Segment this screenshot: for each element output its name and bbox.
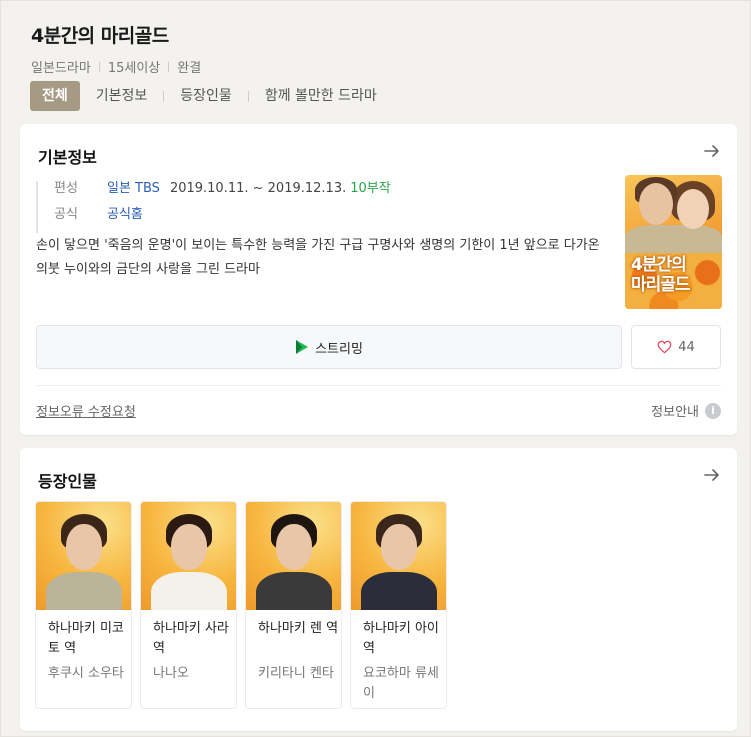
streaming-label: 스트리밍 [315,341,363,357]
poster-image[interactable]: 4분간의 마리골드 [625,175,722,309]
like-button[interactable]: 44 [631,325,721,369]
poster-logo: 4분간의 마리골드 [631,255,691,295]
cast-card: 등장인물 하나마키 미코토 역 후쿠시 소우타 하나마키 사라 역 나나오 하나… [20,448,737,731]
cast-role: 하나마키 아이 역 [363,621,439,656]
cast-photo [141,502,236,610]
tab-bar: 전체 기본정보 등장인물 함께 볼만한 드라마 [30,81,377,111]
info-guide[interactable]: 정보안내 i [651,401,721,420]
cast-photo [351,502,446,610]
basic-info-title: 기본정보 [38,148,97,167]
play-logo-icon [296,340,309,354]
heart-icon [657,340,672,354]
header: 4분간의 마리골드 일본드라마 15세이상 완결 [31,21,731,76]
meta-divider [168,61,170,72]
info-guide-label: 정보안내 [651,405,699,420]
synopsis: 손이 닿으면 '죽음의 운명'이 보이는 특수한 능력을 가진 구급 구명사와 … [36,238,600,277]
info-row-broadcast: 편성 일본 TBS 2019.10.11. ~ 2019.12.13. 10부작 [54,181,391,207]
info-row-official: 공식 공식홈 [54,207,391,233]
page-title: 4분간의 마리골드 [31,25,169,47]
meta-status: 완결 [177,61,202,76]
cast-title: 등장인물 [38,472,97,491]
cast-photo [246,502,341,610]
cast-photo [36,502,131,610]
cast-member[interactable]: 하나마키 사라 역 나나오 [140,501,237,709]
broadcast-dates: 2019.10.11. ~ 2019.12.13. [169,181,347,196]
meta-info: 일본드라마 15세이상 완결 [31,57,731,76]
official-label: 공식 [54,207,78,222]
tab-divider [247,90,249,102]
cast-list: 하나마키 미코토 역 후쿠시 소우타 하나마키 사라 역 나나오 하나마키 렌 … [35,501,455,709]
arrow-right-icon[interactable] [703,142,721,160]
meta-divider [98,61,100,72]
basic-info-card: 기본정보 편성 일본 TBS 2019.10.11. ~ 2019.12.13.… [20,124,737,435]
tab-recommendations[interactable]: 함께 볼만한 드라마 [265,81,377,111]
official-site-link[interactable]: 공식홈 [107,207,143,233]
tab-all[interactable]: 전체 [30,81,80,111]
streaming-button[interactable]: 스트리밍 [36,325,622,369]
cast-actor: 키리타니 켄타 [258,666,334,681]
cast-actor: 나나오 [153,666,189,681]
divider [36,385,721,386]
meta-rating: 15세이상 [107,61,161,76]
cast-role: 하나마키 사라 역 [153,621,229,656]
tab-basic-info[interactable]: 기본정보 [96,81,148,111]
cast-role: 하나마키 미코토 역 [48,621,124,656]
broadcast-network-link[interactable]: 일본 TBS [107,181,160,207]
tab-cast[interactable]: 등장인물 [180,81,232,111]
info-circle-icon: i [705,402,721,419]
cast-member[interactable]: 하나마키 미코토 역 후쿠시 소우타 [35,501,132,709]
episode-count: 10부작 [350,181,391,196]
cast-member[interactable]: 하나마키 아이 역 요코하마 류세이 [350,501,447,709]
cast-role: 하나마키 렌 역 [258,621,339,636]
cast-actor: 요코하마 류세이 [363,666,439,701]
like-count: 44 [678,339,695,355]
report-error-link[interactable]: 정보오류 수정요청 [36,401,136,420]
page-frame: 4분간의 마리골드 일본드라마 15세이상 완결 전체 기본정보 등장인물 함께… [0,0,751,737]
tab-divider [163,90,165,102]
cast-actor: 후쿠시 소우타 [48,666,124,681]
broadcast-label: 편성 [54,181,78,196]
cast-member[interactable]: 하나마키 렌 역 키리타니 켄타 [245,501,342,709]
info-list: 편성 일본 TBS 2019.10.11. ~ 2019.12.13. 10부작… [36,181,391,233]
arrow-right-icon[interactable] [703,466,721,484]
meta-genre: 일본드라마 [31,61,91,76]
